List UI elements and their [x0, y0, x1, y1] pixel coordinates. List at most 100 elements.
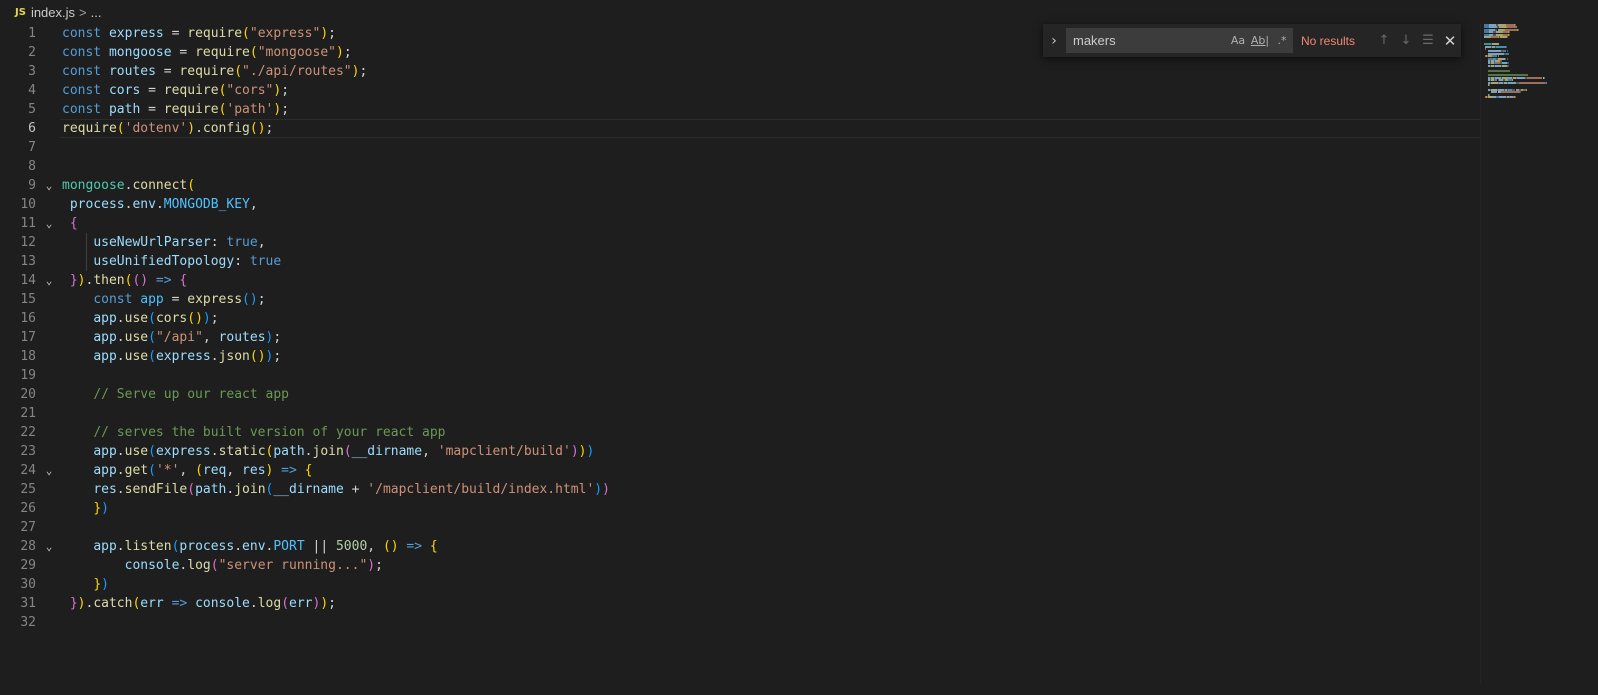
code-text: app.use("/api", routes);	[93, 330, 282, 345]
code-text: mongoose.connect(	[62, 178, 196, 193]
regex-icon[interactable]: .*	[1271, 34, 1293, 47]
code-line[interactable]: 27	[0, 518, 1480, 537]
code-text: const app = express();	[93, 292, 266, 307]
code-line[interactable]: 21	[0, 404, 1480, 423]
code-line[interactable]: 12 useNewUrlParser: true,	[0, 233, 1480, 252]
line-number: 10	[20, 197, 36, 212]
find-input[interactable]	[1071, 32, 1227, 49]
line-number: 31	[20, 596, 36, 611]
code-line[interactable]: 29 console.log("server running...");	[0, 556, 1480, 575]
line-number: 1	[28, 26, 36, 41]
code-line[interactable]: 4 const cors = require("cors");	[0, 81, 1480, 100]
fold-chevron-icon[interactable]: ⌄	[42, 271, 56, 290]
code-line[interactable]: 17 app.use("/api", routes);	[0, 328, 1480, 347]
arrow-down-icon[interactable]: ↓	[1395, 33, 1417, 48]
arrow-up-icon[interactable]: ↑	[1373, 33, 1395, 48]
code-text: require('dotenv').config();	[62, 121, 274, 136]
line-number: 8	[28, 159, 36, 174]
code-line[interactable]: 19	[0, 366, 1480, 385]
minimap-token	[1506, 57, 1508, 60]
indent-guide	[86, 252, 87, 271]
code-line[interactable]: 32	[0, 613, 1480, 632]
code-line[interactable]: 16 app.use(cors());	[0, 309, 1480, 328]
breadcrumb-symbol[interactable]: ...	[91, 5, 102, 20]
code-text: app.use(express.json());	[93, 349, 282, 364]
line-number: 15	[20, 292, 36, 307]
code-line[interactable]: 8	[0, 157, 1480, 176]
line-number: 19	[20, 368, 36, 383]
code-line[interactable]: 25 res.sendFile(path.join(__dirname + '/…	[0, 480, 1480, 499]
code-line[interactable]: 5 const path = require('path');	[0, 100, 1480, 119]
minimap-token	[1505, 45, 1507, 48]
line-number: 28	[20, 539, 36, 554]
code-text: // serves the built version of your reac…	[93, 425, 446, 440]
code-text: })	[93, 501, 109, 516]
code-line[interactable]: 6 require('dotenv').config();	[0, 119, 1480, 138]
minimap-token	[1502, 91, 1520, 94]
code-line[interactable]: 3 const routes = require("./api/routes");	[0, 62, 1480, 81]
minimap-token	[1519, 81, 1546, 84]
minimap-token	[1546, 81, 1548, 84]
code-line[interactable]: 11 ⌄ {	[0, 214, 1480, 233]
minimap-token	[1526, 88, 1528, 91]
indent-guide	[86, 233, 87, 252]
code-line[interactable]: 14 ⌄ }).then(() => {	[0, 271, 1480, 290]
code-line[interactable]: 15 const app = express();	[0, 290, 1480, 309]
code-line[interactable]: 26 })	[0, 499, 1480, 518]
find-in-selection-icon[interactable]: ☰	[1417, 33, 1439, 48]
minimap-token	[1507, 36, 1509, 38]
fold-chevron-icon[interactable]: ⌄	[42, 537, 56, 556]
minimap[interactable]	[1484, 24, 1594, 104]
line-number: 26	[20, 501, 36, 516]
close-icon[interactable]: ✕	[1439, 32, 1461, 50]
code-text: app.listen(process.env.PORT || 5000, () …	[93, 539, 438, 554]
line-number: 18	[20, 349, 36, 364]
code-text: useNewUrlParser: true,	[93, 235, 266, 250]
line-number: 14	[20, 273, 36, 288]
line-number: 6	[28, 121, 36, 136]
code-text: app.get('*', (req, res) => {	[93, 463, 313, 478]
minimap-token	[1518, 28, 1520, 31]
code-text: })	[93, 577, 109, 592]
code-line[interactable]: 28 ⌄ app.listen(process.env.PORT || 5000,…	[0, 537, 1480, 556]
line-number: 3	[28, 64, 36, 79]
minimap-token	[1544, 76, 1546, 79]
code-line[interactable]: 23 app.use(express.static(path.join(__di…	[0, 442, 1480, 461]
code-line[interactable]: 31 }).catch(err => console.log(err));	[0, 594, 1480, 613]
line-number: 11	[20, 216, 36, 231]
code-line[interactable]: 22 // serves the built version of your r…	[0, 423, 1480, 442]
code-line[interactable]: 30 })	[0, 575, 1480, 594]
code-line[interactable]: 10 process.env.MONGODB_KEY,	[0, 195, 1480, 214]
code-line[interactable]: 7	[0, 138, 1480, 157]
match-case-icon[interactable]: Aa	[1227, 34, 1249, 47]
line-number: 2	[28, 45, 36, 60]
code-line[interactable]: 24 ⌄ app.get('*', (req, res) => {	[0, 461, 1480, 480]
chevron-right-icon[interactable]: ›	[1045, 33, 1063, 49]
minimap-token	[1491, 36, 1499, 38]
code-text: // Serve up our react app	[93, 387, 289, 402]
line-number: 27	[20, 520, 36, 535]
line-number: 25	[20, 482, 36, 497]
code-line[interactable]: 20 // Serve up our react app	[0, 385, 1480, 404]
code-line[interactable]: 13 useUnifiedTopology: true	[0, 252, 1480, 271]
fold-chevron-icon[interactable]: ⌄	[42, 461, 56, 480]
fold-chevron-icon[interactable]: ⌄	[42, 176, 56, 195]
code-text: const express = require("express");	[62, 26, 336, 41]
code-text: const path = require('path');	[62, 102, 290, 117]
match-whole-word-icon[interactable]: Ab|	[1249, 34, 1271, 47]
code-text: const cors = require("cors");	[62, 83, 290, 98]
breadcrumb: JS index.js > ...	[0, 0, 1598, 24]
line-number: 21	[20, 406, 36, 421]
code-line[interactable]: 18 app.use(express.json());	[0, 347, 1480, 366]
minimap-token	[1505, 52, 1510, 55]
code-text: const routes = require("./api/routes");	[62, 64, 368, 79]
code-text: }).catch(err => console.log(err));	[69, 596, 336, 611]
editor-minimap-divider	[1480, 24, 1481, 684]
minimap-token	[1491, 81, 1499, 84]
code-line[interactable]: 9 ⌄ mongoose.connect(	[0, 176, 1480, 195]
line-number: 30	[20, 577, 36, 592]
code-editor[interactable]: 1 const express = require("express"); 2 con…	[0, 24, 1480, 674]
breadcrumb-file[interactable]: index.js	[31, 5, 75, 20]
line-number: 4	[28, 83, 36, 98]
fold-chevron-icon[interactable]: ⌄	[42, 214, 56, 233]
